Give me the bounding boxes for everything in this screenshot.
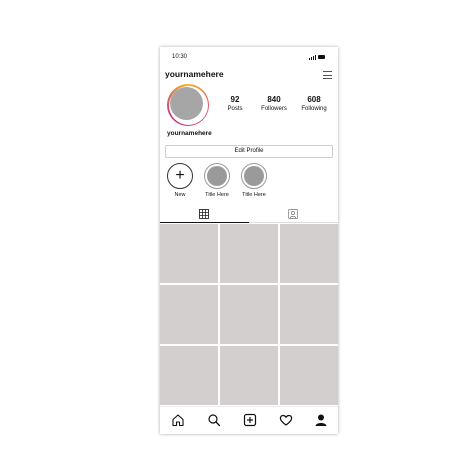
profile-tabs — [160, 206, 338, 223]
post-thumbnail[interactable] — [280, 285, 338, 344]
stat-following[interactable]: 608 Following — [294, 95, 334, 112]
post-thumbnail[interactable] — [280, 346, 338, 405]
highlight-story[interactable]: Title Here — [201, 163, 233, 198]
grid-icon — [199, 209, 209, 219]
avatar[interactable] — [167, 84, 209, 126]
highlight-cover — [207, 166, 227, 186]
bottom-nav — [160, 406, 338, 434]
edit-profile-button[interactable]: Edit Profile — [165, 145, 333, 158]
highlight-cover — [244, 166, 264, 186]
highlight-label: Title Here — [242, 192, 266, 198]
stat-value: 92 — [230, 95, 240, 104]
highlight-label: Title Here — [205, 192, 229, 198]
post-thumbnail[interactable] — [220, 224, 278, 283]
profile-display-name: yournamehere — [167, 130, 212, 137]
stat-label: Following — [301, 106, 327, 112]
post-grid — [160, 224, 338, 406]
stat-label: Followers — [261, 106, 287, 112]
post-thumbnail[interactable] — [160, 224, 218, 283]
tab-tagged[interactable] — [249, 206, 338, 222]
highlight-new[interactable]: + New — [164, 163, 196, 198]
post-thumbnail[interactable] — [160, 285, 218, 344]
signal-icon — [309, 55, 316, 60]
header-username: yournamehere — [165, 69, 224, 79]
phone-screen: 10:30 yournamehere 92 Posts 840 Follower… — [160, 47, 338, 434]
add-post-icon[interactable] — [243, 413, 257, 427]
plus-icon: + — [175, 167, 185, 184]
status-bar: 10:30 — [160, 47, 338, 67]
menu-icon[interactable] — [323, 71, 332, 79]
home-icon[interactable] — [171, 413, 185, 427]
post-thumbnail[interactable] — [160, 346, 218, 405]
heart-icon[interactable] — [279, 413, 293, 427]
highlight-story[interactable]: Title Here — [238, 163, 270, 198]
stat-label: Posts — [227, 106, 243, 112]
tab-grid[interactable] — [160, 206, 249, 223]
highlight-label: New — [174, 192, 186, 198]
post-thumbnail[interactable] — [280, 224, 338, 283]
search-icon[interactable] — [207, 413, 221, 427]
avatar-image — [170, 87, 203, 120]
post-thumbnail[interactable] — [220, 285, 278, 344]
battery-icon — [318, 55, 325, 59]
status-time: 10:30 — [172, 54, 188, 60]
stat-value: 608 — [307, 95, 321, 104]
stat-posts[interactable]: 92 Posts — [215, 95, 255, 112]
post-thumbnail[interactable] — [220, 346, 278, 405]
profile-icon[interactable] — [314, 413, 328, 427]
tagged-icon — [288, 209, 298, 219]
stat-followers[interactable]: 840 Followers — [254, 95, 294, 112]
stat-value: 840 — [267, 95, 281, 104]
